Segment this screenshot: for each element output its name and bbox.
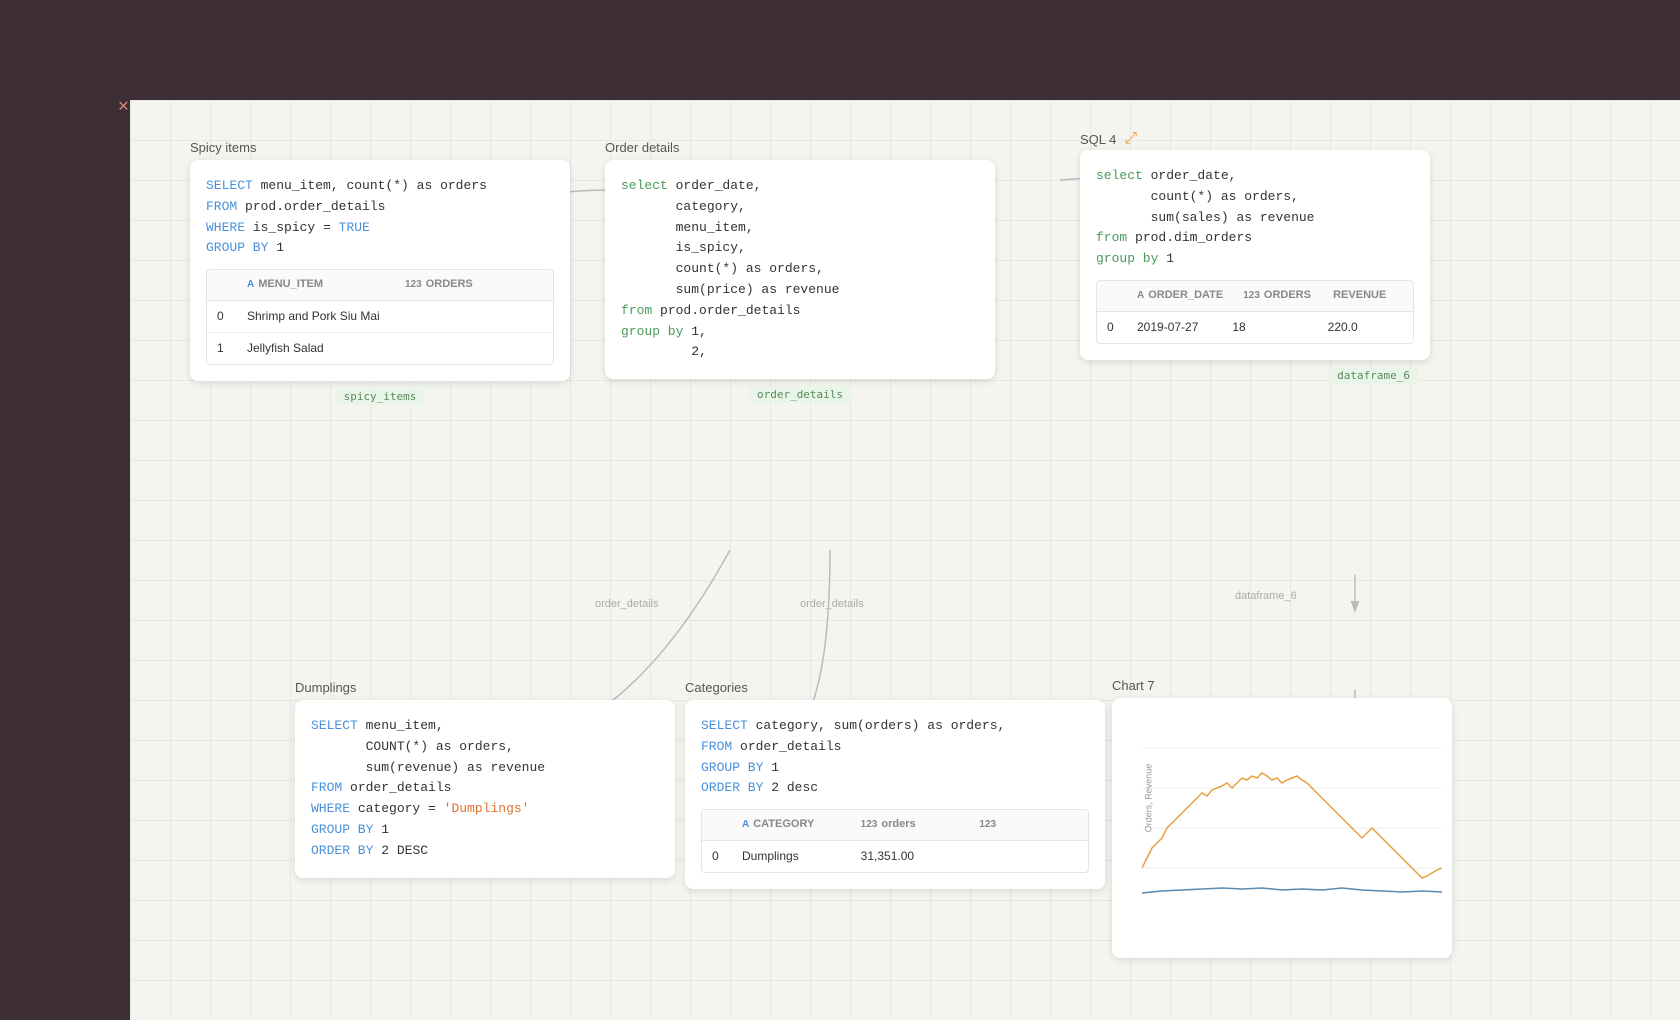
categories-title: Categories: [685, 672, 760, 699]
od-sql-2: category,: [621, 197, 979, 218]
spicy-items-title: Spicy items: [190, 132, 268, 159]
s4-sql-4: from prod.dim_orders: [1096, 228, 1414, 249]
chart7-title: Chart 7: [1112, 670, 1167, 697]
s4-sql-1: select order_date,: [1096, 166, 1414, 187]
categories-node: Categories SELECT category, sum(orders) …: [685, 700, 1105, 889]
cat-table-header: A CATEGORY 123 orders 123: [702, 810, 1088, 841]
order-details-label: order_details: [749, 386, 851, 403]
sql4-table: A ORDER_DATE 123 ORDERS REVENUE 0 2019-0…: [1096, 280, 1414, 344]
od-sql-6: sum(price) as revenue: [621, 280, 979, 301]
sql-line-1: SELECT menu_item, count(*) as orders: [206, 176, 554, 197]
dumplings-node: Dumplings SELECT menu_item, COUNT(*) as …: [295, 700, 675, 878]
chart7-svg: [1142, 708, 1442, 908]
sql-line-3: WHERE is_spicy = TRUE: [206, 218, 554, 239]
sql4-df-label: dataframe_6: [1329, 367, 1418, 384]
dump-sql-3: sum(revenue) as revenue: [311, 758, 659, 779]
table-row: 1 Jellyfish Salad: [207, 333, 553, 364]
top-bar: [0, 0, 1680, 100]
dump-sql-2: COUNT(*) as orders,: [311, 737, 659, 758]
chart7-y-label: Orders, Revenue: [1143, 764, 1153, 833]
chart7-node: Chart 7 Orders, Revenue: [1112, 698, 1452, 958]
sql-line-2: FROM prod.order_details: [206, 197, 554, 218]
sql4-content: select order_date, count(*) as orders, s…: [1080, 150, 1430, 360]
dump-sql-4: FROM order_details: [311, 778, 659, 799]
spicy-items-node: Spicy items SELECT menu_item, count(*) a…: [190, 160, 570, 381]
spicy-items-content: SELECT menu_item, count(*) as orders FRO…: [190, 160, 570, 381]
dump-sql-5: WHERE category = 'Dumplings': [311, 799, 659, 820]
cat-sql-4: ORDER BY 2 desc: [701, 778, 1089, 799]
cat-sql-3: GROUP BY 1: [701, 758, 1089, 779]
edge-label-od1: order_details: [595, 598, 659, 610]
table-header: A MENU_ITEM 123 ORDERS: [207, 270, 553, 301]
dump-sql-7: ORDER BY 2 DESC: [311, 841, 659, 862]
od-sql-5: count(*) as orders,: [621, 259, 979, 280]
sql-line-4: GROUP BY 1: [206, 238, 554, 259]
s4-sql-3: sum(sales) as revenue: [1096, 208, 1414, 229]
cat-sql-1: SELECT category, sum(orders) as orders,: [701, 716, 1089, 737]
maximize-icon[interactable]: ⤢: [1124, 130, 1137, 148]
close-button[interactable]: ✕: [118, 95, 129, 117]
cat-sql-2: FROM order_details: [701, 737, 1089, 758]
od-sql-7: from prod.order_details: [621, 301, 979, 322]
spicy-items-label: spicy_items: [336, 388, 425, 405]
kw-select: SELECT: [206, 178, 253, 193]
order-details-content: select order_date, category, menu_item, …: [605, 160, 995, 379]
s4-sql-2: count(*) as orders,: [1096, 187, 1414, 208]
order-details-title: Order details: [605, 132, 691, 159]
sql4-table-header: A ORDER_DATE 123 ORDERS REVENUE: [1097, 281, 1413, 312]
od-sql-8: group by 1,: [621, 322, 979, 343]
dumplings-content: SELECT menu_item, COUNT(*) as orders, su…: [295, 700, 675, 878]
table-row: 0 Shrimp and Pork Siu Mai: [207, 301, 553, 333]
dump-sql-6: GROUP BY 1: [311, 820, 659, 841]
chart7-area: Orders, Revenue: [1112, 698, 1452, 898]
s4-sql-5: group by 1: [1096, 249, 1414, 270]
canvas: Spicy items SELECT menu_item, count(*) a…: [130, 100, 1680, 1020]
od-sql-1: select order_date,: [621, 176, 979, 197]
categories-table: A CATEGORY 123 orders 123 0 Dumplings 31…: [701, 809, 1089, 873]
categories-content: SELECT category, sum(orders) as orders, …: [685, 700, 1105, 889]
od-sql-9: 2,: [621, 342, 979, 363]
spicy-items-table: A MENU_ITEM 123 ORDERS 0 Shrimp and Pork…: [206, 269, 554, 365]
dumplings-title: Dumplings: [295, 672, 368, 699]
edge-label-df6: dataframe_6: [1235, 590, 1297, 602]
dump-sql-1: SELECT menu_item,: [311, 716, 659, 737]
order-details-node: Order details select order_date, categor…: [605, 160, 995, 379]
sql4-title: SQL 4 ⤢: [1080, 122, 1139, 152]
sql4-node: SQL 4 ⤢ select order_date, count(*) as o…: [1080, 150, 1430, 360]
cat-table-row: 0 Dumplings 31,351.00: [702, 841, 1088, 872]
od-sql-4: is_spicy,: [621, 238, 979, 259]
od-sql-3: menu_item,: [621, 218, 979, 239]
sql4-table-row: 0 2019-07-27 18 220.0: [1097, 312, 1413, 343]
edge-label-od2: order_details: [800, 598, 864, 610]
